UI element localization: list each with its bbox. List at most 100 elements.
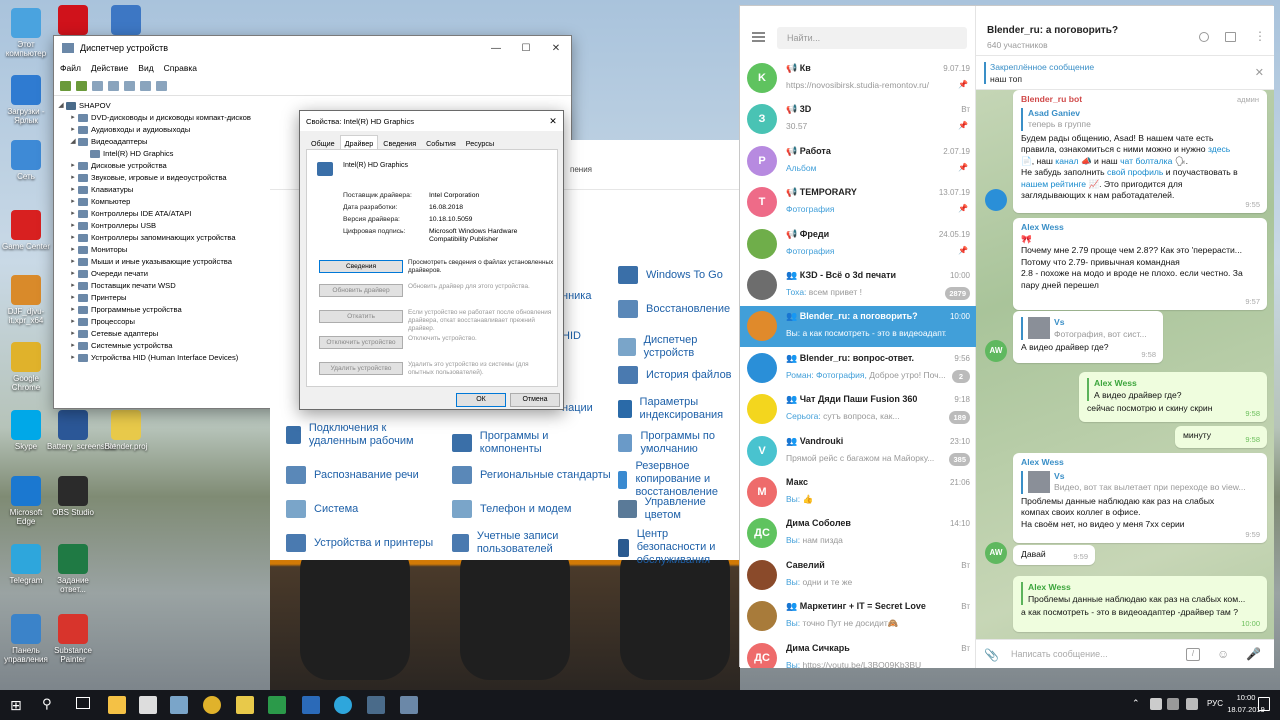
control-panel-item[interactable]: Учетные записи пользователей — [452, 530, 612, 556]
microphone-icon[interactable]: 🎤 — [1246, 647, 1261, 661]
attach-icon[interactable]: 📎 — [984, 648, 999, 662]
chat-list-item[interactable]: З 📢 3D Вт 30.57 📌 — [740, 99, 976, 140]
control-panel-item[interactable]: Программы по умолчанию — [618, 430, 738, 456]
driver-action-button[interactable]: Откатить — [319, 310, 403, 323]
search-icon[interactable] — [1199, 32, 1209, 42]
telegram-icon[interactable] — [334, 696, 352, 714]
expand-arrow-icon[interactable]: ▸ — [68, 328, 78, 340]
collapse-arrow-icon[interactable]: ◢ — [68, 136, 78, 148]
help-icon[interactable] — [124, 80, 135, 91]
chrome-icon[interactable] — [203, 696, 221, 714]
calculator-icon[interactable] — [139, 696, 157, 714]
forward-icon[interactable] — [76, 80, 87, 91]
properties-dialog[interactable]: Свойства: Intel(R) HD Graphics ✕ Общие Др… — [299, 110, 564, 410]
chat-list-item[interactable]: ДС Дима Сичкарь Вт Вы: https://youtu.be/L3B… — [740, 638, 976, 668]
control-panel-item[interactable]: История файлов — [618, 366, 738, 384]
expand-arrow-icon[interactable]: ▸ — [68, 292, 78, 304]
start-icon[interactable]: ⊞ — [10, 697, 22, 714]
close-icon[interactable]: ✕ — [543, 116, 563, 127]
expand-arrow-icon[interactable]: ▸ — [68, 172, 78, 184]
driver-action-button[interactable]: Обновить драйвер — [319, 284, 403, 297]
properties-titlebar[interactable]: Свойства: Intel(R) HD Graphics ✕ — [300, 111, 563, 131]
alex-avatar[interactable]: AW — [985, 542, 1007, 564]
refresh-icon[interactable] — [108, 80, 119, 91]
app-icon[interactable] — [170, 696, 188, 714]
control-panel-item[interactable]: Система — [286, 500, 446, 518]
desktop-icon[interactable]: Skype — [0, 410, 52, 451]
message-out-1[interactable]: Alex Wess А видео драйвер где? сейчас пос… — [1079, 372, 1267, 422]
sidebar-toggle-icon[interactable] — [1225, 32, 1236, 42]
bot-avatar[interactable] — [985, 189, 1007, 211]
expand-arrow-icon[interactable]: ▸ — [68, 184, 78, 196]
desktop-icon[interactable]: Battery_screenshot — [47, 410, 116, 451]
message-bot[interactable]: Blender_ru bot админ Asad Ganiev теперь в … — [1013, 90, 1267, 213]
back-icon[interactable] — [60, 80, 71, 91]
desktop-icon[interactable]: Этот компьютер — [0, 8, 52, 58]
expand-arrow-icon[interactable]: ▸ — [68, 352, 78, 364]
expand-arrow-icon[interactable]: ▸ — [68, 340, 78, 352]
driver-action-button[interactable]: Удалить устройство — [319, 362, 403, 375]
message-alex-3[interactable]: Alex Wess Vs Видео, вот так вылетает при … — [1013, 453, 1267, 543]
properties-icon[interactable] — [92, 80, 103, 91]
message-out-3[interactable]: Alex Wess Проблемы данные наблюдаю как ра… — [1013, 576, 1267, 632]
more-options-icon[interactable]: ⋮ — [1254, 30, 1266, 42]
device-manager-titlebar[interactable]: Диспетчер устройств — ☐ ✕ — [54, 36, 571, 60]
control-panel-item[interactable]: Резервное копирование и восстановление — [618, 460, 738, 499]
desktop-icon[interactable]: Сеть — [0, 140, 52, 181]
rules-link[interactable]: здесь — [1208, 144, 1230, 154]
chat-list-item[interactable]: 👥 Маркетинг + IT = Secret Love Вт Вы: точн… — [740, 596, 976, 637]
message-out-2[interactable]: минуту 9:58 — [1175, 426, 1267, 448]
update-driver-icon[interactable] — [140, 80, 151, 91]
chat-list-item[interactable]: 📢 Фреди 24.05.19 Фотография 📌 — [740, 224, 976, 265]
expand-arrow-icon[interactable]: ▸ — [68, 124, 78, 136]
control-panel-icon[interactable] — [367, 696, 385, 714]
tray-arrow-icon[interactable]: ⌃ — [1132, 698, 1140, 709]
driver-action-button[interactable]: Отключить устройство — [319, 336, 403, 349]
desktop-icon[interactable] — [100, 5, 152, 37]
menu-view[interactable]: Вид — [138, 63, 153, 73]
network-icon[interactable] — [1167, 698, 1179, 710]
message-alex-1[interactable]: Alex Wess 🎀 Почему мне 2.79 проще чем 2.… — [1013, 218, 1267, 310]
commands-icon[interactable]: / — [1186, 648, 1200, 661]
desktop-icon[interactable]: Substance Painter — [47, 614, 99, 664]
menu-action[interactable]: Действие — [91, 63, 128, 73]
expand-arrow-icon[interactable]: ▸ — [68, 304, 78, 316]
search-input[interactable]: Найти... — [777, 27, 967, 49]
control-panel-item[interactable]: Распознавание речи — [286, 466, 446, 484]
language-indicator[interactable]: РУС — [1207, 699, 1223, 708]
expand-arrow-icon[interactable]: ▸ — [68, 256, 78, 268]
message-input[interactable]: Написать сообщение... — [1011, 649, 1108, 659]
expand-arrow-icon[interactable]: ▸ — [68, 316, 78, 328]
rating-link[interactable]: нашем рейтинге — [1021, 179, 1086, 189]
driver-action-button[interactable]: Сведения — [319, 260, 403, 273]
desktop-icon[interactable]: Telegram — [0, 544, 52, 585]
desktop-icon[interactable]: Google Chrome — [0, 342, 52, 392]
desktop-icon[interactable]: Game Center — [0, 210, 52, 251]
control-panel-item[interactable]: Параметры индексирования — [618, 396, 738, 422]
maximize-button[interactable]: ☐ — [511, 43, 541, 54]
search-icon[interactable]: ⚲ — [42, 696, 52, 712]
control-panel-item[interactable]: Центр безопасности и обслуживания — [618, 528, 738, 567]
desktop-icon[interactable]: Задание ответ... — [47, 544, 99, 594]
message-alex-4[interactable]: Давай 9:59 — [1013, 545, 1095, 565]
chat-link[interactable]: чат болталка — [1120, 156, 1172, 166]
emoji-icon[interactable]: ☺ — [1217, 647, 1229, 661]
channel-link[interactable]: канал — [1055, 156, 1078, 166]
expand-arrow-icon[interactable]: ▸ — [68, 160, 78, 172]
control-panel-item[interactable]: Подключения к удаленным рабочим — [286, 422, 446, 448]
chat-list-item[interactable]: Савелий Вт Вы: одни и те же — [740, 555, 976, 596]
cancel-button[interactable]: Отмена — [510, 393, 560, 407]
tray-app-icon[interactable] — [1150, 698, 1162, 710]
device-manager-icon[interactable] — [400, 696, 418, 714]
menu-file[interactable]: Файл — [60, 63, 81, 73]
chat-list-item[interactable]: 👥 Чат Дяди Паши Fusion 360 9:18 Серьога: с… — [740, 389, 976, 430]
expand-arrow-icon[interactable]: ▸ — [68, 280, 78, 292]
control-panel-item[interactable]: Управление цветом — [618, 496, 738, 522]
expand-arrow-icon[interactable]: ▸ — [68, 232, 78, 244]
menu-icon[interactable] — [752, 32, 765, 42]
desktop-icon[interactable]: OBS Studio — [47, 476, 99, 517]
chat-list-item[interactable]: 👥 Blender_ru: а поговорить? 10:00 Вы: а ка… — [740, 306, 976, 348]
chat-list-item[interactable]: V 👥 Vandrouki 23:10 Прямой рейс с багажом … — [740, 431, 976, 472]
scan-hardware-icon[interactable] — [156, 80, 167, 91]
alex-avatar[interactable]: AW — [985, 340, 1007, 362]
